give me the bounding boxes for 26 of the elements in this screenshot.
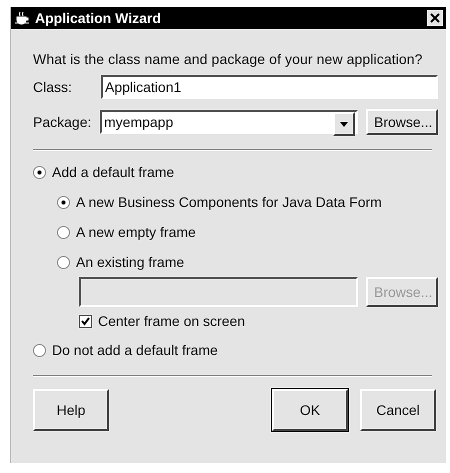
class-label: Class: bbox=[33, 79, 73, 95]
window-title: Application Wizard bbox=[35, 10, 162, 26]
radio-label: A new empty frame bbox=[76, 224, 196, 240]
coffee-cup-icon bbox=[14, 11, 30, 25]
prompt-text: What is the class name and package of your new application? bbox=[33, 51, 424, 67]
caret-icon bbox=[340, 122, 348, 126]
radio-button[interactable] bbox=[33, 166, 46, 178]
help-button[interactable]: Help bbox=[33, 389, 109, 431]
radio-label: Do not add a default frame bbox=[52, 342, 218, 358]
radio-button[interactable] bbox=[33, 344, 46, 356]
checkbox[interactable] bbox=[79, 314, 92, 328]
close-button[interactable] bbox=[427, 10, 443, 26]
radio-label: Add a default frame bbox=[52, 164, 174, 180]
radio-button[interactable] bbox=[57, 256, 70, 268]
dropdown-button[interactable] bbox=[333, 112, 355, 136]
ok-button[interactable]: OK bbox=[272, 389, 348, 431]
radio-label: A new Business Components for Java Data Form bbox=[76, 194, 382, 210]
package-field[interactable]: myempapp bbox=[100, 110, 358, 134]
class-field[interactable]: Application1 bbox=[101, 75, 438, 99]
cancel-button[interactable]: Cancel bbox=[360, 389, 436, 431]
browse-button[interactable]: Browse... bbox=[366, 109, 438, 135]
radio-label: An existing frame bbox=[76, 254, 184, 270]
radio-button[interactable] bbox=[57, 196, 70, 208]
package-label: Package: bbox=[33, 114, 92, 130]
checkbox-label: Center frame on screen bbox=[98, 313, 246, 329]
radio-button[interactable] bbox=[57, 226, 70, 238]
